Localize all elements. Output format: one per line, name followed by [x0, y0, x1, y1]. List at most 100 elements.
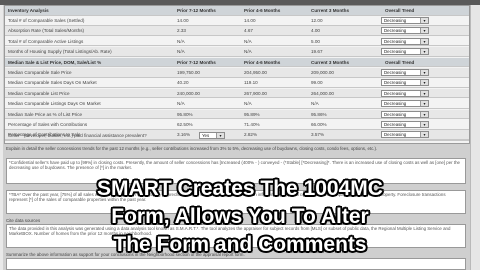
- cell-current-3: 95.86%: [311, 111, 327, 117]
- grid-header-row: Inventory Analysis Prior 7-12 Months Pri…: [5, 6, 469, 16]
- cell-current-3: 4.00: [311, 28, 320, 34]
- trend-value: Decreasing: [384, 90, 407, 96]
- row-label: Total # of Comparable Sales (Settled): [8, 18, 85, 23]
- cell-current-3: Current 3 Months: [311, 59, 350, 65]
- summary-textarea[interactable]: [6, 258, 466, 270]
- table-row: Median Comparable Listings Days On Marke…: [5, 99, 469, 109]
- trend-select[interactable]: Decreasing ▾: [381, 79, 429, 87]
- cell-prior-4-6: 119.10: [244, 80, 258, 86]
- header-prior-7-12: Prior 7-12 Months: [177, 8, 216, 13]
- trend-value: Decreasing: [384, 28, 407, 34]
- cell-prior-7-12: 199,750.00: [177, 70, 200, 75]
- row-label: Median Sale & List Price, DOM, Sale/List…: [8, 59, 102, 65]
- trend-select[interactable]: Decreasing ▾: [381, 69, 429, 76]
- trend-select[interactable]: Decreasing ▾: [381, 100, 429, 108]
- header-prior-4-6: Prior 4-6 Months: [244, 8, 281, 13]
- chevron-down-icon: ▾: [420, 111, 428, 117]
- row-label: Median Comparable List Price: [8, 90, 70, 96]
- cell-prior-4-6: Prior 4-6 Months: [244, 59, 281, 65]
- cell-prior-4-6: N/A: [244, 38, 252, 44]
- trend-select[interactable]: Decreasing ▾: [381, 37, 429, 45]
- row-label: Median Comparable Sales Days On Market: [8, 80, 97, 86]
- cell-prior-4-6: 95.89%: [244, 111, 260, 117]
- row-label: Median Sale Price as % of List Price: [8, 111, 83, 117]
- cell-prior-7-12: N/A: [177, 101, 185, 107]
- cell-prior-7-12: 40.20: [177, 80, 189, 86]
- trend-value: Decreasing: [384, 101, 407, 107]
- seller-assistance-value: Yes: [202, 133, 210, 138]
- table-row: Median Sale Price as % of List Price 95.8…: [5, 109, 469, 120]
- row-label: Total # of Comparable Active Listings: [8, 38, 84, 44]
- chevron-down-icon: ▾: [420, 38, 428, 44]
- header-current-3: Current 3 Months: [311, 8, 350, 13]
- table-row: Median Comparable List Price 240,000.00 26…: [5, 88, 469, 99]
- row-label: Months of Housing Supply (Total Listings…: [8, 49, 112, 55]
- trend-value: Decreasing: [384, 49, 407, 55]
- chevron-down-icon: ▾: [420, 28, 428, 34]
- row-label: Median Comparable Sale Price: [8, 70, 72, 75]
- cell-prior-7-12: 95.80%: [177, 111, 193, 117]
- grid-subheader-row: Median Sale & List Price, DOM, Sale/List…: [5, 57, 469, 68]
- chevron-down-icon: ▾: [420, 90, 428, 96]
- seller-assistance-row: Seller - (developer, builder, etc.) paid…: [5, 131, 469, 141]
- trend-select[interactable]: Decreasing ▾: [381, 121, 429, 128]
- cell-current-3: 264,000.00: [311, 90, 334, 96]
- cell-current-3: 209,000.00: [311, 70, 334, 75]
- trend-select[interactable]: Decreasing ▾: [381, 27, 429, 35]
- inventory-analysis-grid: Inventory Analysis Prior 7-12 Months Pri…: [4, 5, 470, 144]
- trend-select[interactable]: Decreasing ▾: [381, 110, 429, 118]
- trend-value: Decreasing: [384, 80, 407, 86]
- cell-prior-4-6: N/A: [244, 49, 252, 55]
- cell-prior-4-6: 4.67: [244, 28, 253, 34]
- table-row: Median Comparable Sales Days On Market 40…: [5, 78, 469, 88]
- cell-prior-7-12: Prior 7-12 Months: [177, 59, 216, 65]
- vertical-scrollbar[interactable]: [470, 5, 480, 270]
- trend-value: Decreasing: [384, 18, 407, 23]
- trend-select[interactable]: Decreasing ▾: [381, 89, 429, 97]
- cell-current-3: 12.00: [311, 18, 323, 23]
- cell-prior-7-12: N/A: [177, 49, 185, 55]
- trend-select[interactable]: Decreasing ▾: [381, 48, 429, 56]
- trend-select[interactable]: Decreasing ▾: [381, 17, 429, 24]
- row-label: Median Comparable Listings Days On Marke…: [8, 101, 101, 107]
- table-row: Total # of Comparable Sales (Settled) 14.…: [5, 16, 469, 26]
- trend-value: Decreasing: [384, 70, 407, 75]
- chevron-down-icon: ▾: [420, 101, 428, 107]
- cell-prior-7-12: N/A: [177, 38, 185, 44]
- cell-current-3: 66.00%: [311, 122, 327, 127]
- concessions-instructions: Explain in detail the seller concessions…: [6, 146, 378, 151]
- row-label: Percentage of Sales with Contributions: [8, 122, 88, 127]
- row-label: Absorption Rate (Total Sales/Months): [8, 28, 85, 34]
- caption-line-2: Form, Allows You To Alter: [111, 205, 369, 228]
- seller-assistance-select[interactable]: Yes ▾: [199, 132, 225, 139]
- table-row: Total # of Comparable Active Listings N/A…: [5, 37, 469, 47]
- left-margin: [0, 5, 3, 270]
- caption-line-1: SMART Creates The 1004MC: [97, 177, 383, 200]
- cell-current-3: 5.00: [311, 38, 320, 44]
- chevron-down-icon: ▾: [420, 80, 428, 86]
- header-label: Inventory Analysis: [8, 8, 49, 13]
- chevron-down-icon: ▾: [420, 18, 428, 23]
- table-row: Absorption Rate (Total Sales/Months) 2.33…: [5, 26, 469, 36]
- trend-value: Decreasing: [384, 111, 407, 117]
- screen: Inventory Analysis Prior 7-12 Months Pri…: [0, 0, 480, 270]
- caption-line-3: The Form and Comments: [113, 233, 367, 256]
- cell-current-3: 99.00: [311, 80, 323, 86]
- chevron-down-icon: ▾: [216, 133, 224, 138]
- chevron-down-icon: ▾: [420, 70, 428, 75]
- cell-current-3: 19.67: [311, 49, 323, 55]
- cell-prior-7-12: 240,000.00: [177, 90, 200, 96]
- cell-prior-7-12: 14.00: [177, 18, 189, 23]
- cell-prior-7-12: 62.50%: [177, 122, 193, 127]
- cell-prior-4-6: 267,900.00: [244, 90, 267, 96]
- chevron-down-icon: ▾: [420, 49, 428, 55]
- cell-prior-4-6: 71.40%: [244, 122, 260, 127]
- header-trend: Overall Trend: [385, 8, 415, 13]
- cell-prior-4-6: 204,950.00: [244, 70, 267, 75]
- trend-value: Decreasing: [384, 122, 407, 127]
- seller-assistance-label: Seller - (developer, builder, etc.) paid…: [8, 133, 147, 138]
- cell-prior-4-6: N/A: [244, 101, 252, 107]
- subheader-trend: Overall Trend: [385, 59, 415, 65]
- table-row: Months of Housing Supply (Total Listings…: [5, 47, 469, 57]
- table-row: Percentage of Sales with Contributions 62…: [5, 120, 469, 130]
